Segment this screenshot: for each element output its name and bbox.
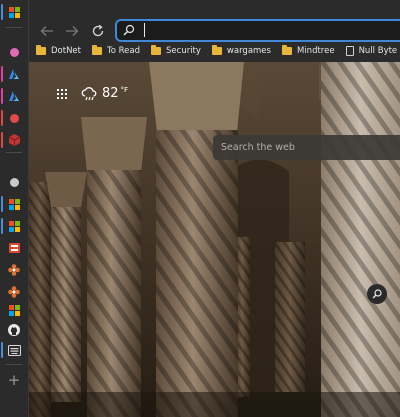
azure-icon (9, 68, 19, 79)
refresh-icon (92, 24, 104, 37)
tab-red-dot[interactable] (1, 110, 23, 126)
cloud-rain-icon (81, 86, 97, 100)
temperature-unit: °F (120, 85, 129, 94)
bookmark-mindtree[interactable]: Mindtree (275, 43, 339, 59)
browser-window: + DotNet To Read Security wargames Mindt… (0, 0, 400, 417)
bookmark-null-byte[interactable]: Null Byte - The aspi... (339, 43, 400, 59)
visual-search-button[interactable] (367, 284, 387, 304)
address-bar[interactable] (115, 19, 400, 42)
apps-launcher-icon[interactable] (57, 88, 67, 99)
plus-icon: + (7, 370, 21, 389)
microsoft-logo-icon (8, 220, 20, 232)
tab-divider (6, 152, 22, 153)
back-arrow-icon (40, 26, 53, 36)
bookmark-wargames[interactable]: wargames (205, 43, 275, 59)
web-search-input[interactable] (221, 140, 400, 155)
gray-dot-icon (9, 177, 19, 187)
toolbar: DotNet To Read Security wargames Mindtre… (29, 0, 400, 62)
bookmark-label: Security (166, 46, 201, 56)
tab-flower-1[interactable] (5, 262, 23, 278)
tab-microsoft[interactable] (1, 4, 23, 20)
text-cursor (144, 23, 145, 37)
bookmark-security[interactable]: Security (144, 43, 205, 59)
tab-red-cube[interactable] (1, 132, 23, 148)
tab-github[interactable] (5, 322, 23, 338)
github-icon (8, 324, 20, 336)
microsoft-logo-icon (8, 6, 20, 18)
keyboard-icon (7, 344, 21, 356)
bookmark-label: To Read (107, 46, 141, 56)
tab-microsoft-4[interactable] (5, 302, 23, 318)
forward-button[interactable] (61, 20, 83, 42)
new-tab-button[interactable]: + (5, 372, 23, 388)
group-indicator (1, 88, 3, 104)
folder-icon (211, 45, 222, 55)
temperature: 82 (102, 86, 119, 101)
folder-icon (92, 45, 102, 55)
tab-divider (6, 364, 22, 365)
folder-icon (151, 45, 162, 55)
folder-icon (281, 45, 292, 55)
vertical-tab-strip: + (0, 0, 29, 417)
tab-microsoft-2[interactable] (1, 196, 23, 212)
folder-icon (36, 45, 46, 55)
gear-flower-icon (8, 286, 20, 298)
red-dot-icon (9, 113, 19, 123)
group-indicator (1, 132, 3, 148)
back-button[interactable] (36, 20, 58, 42)
background-image (29, 62, 400, 417)
forward-arrow-icon (66, 26, 79, 36)
bookmark-dotnet[interactable]: DotNet (29, 43, 85, 59)
microsoft-logo-icon (8, 304, 20, 316)
tab-keyboard[interactable] (1, 342, 23, 358)
address-input[interactable] (141, 23, 391, 38)
tab-microsoft-3[interactable] (1, 218, 23, 234)
refresh-button[interactable] (87, 20, 109, 42)
tab-gray-dot[interactable] (5, 174, 23, 190)
bookmark-label: Null Byte - The aspi... (358, 46, 400, 56)
pink-dot-icon (9, 47, 19, 57)
group-indicator (1, 342, 3, 358)
active-tab-indicator (1, 4, 3, 20)
tab-pink-dot[interactable] (5, 44, 23, 60)
group-indicator (1, 110, 3, 126)
web-search-box[interactable] (213, 135, 400, 160)
azure-icon (9, 90, 19, 101)
tab-divider (6, 27, 22, 28)
search-icon (372, 289, 382, 299)
tab-office[interactable] (5, 240, 23, 256)
tab-azure-2[interactable] (1, 88, 23, 104)
new-tab-page: 82 °F (29, 62, 400, 417)
bookmark-label: Mindtree (296, 46, 335, 56)
tab-azure-1[interactable] (1, 66, 23, 82)
office-icon (8, 243, 20, 253)
tab-flower-2[interactable] (5, 284, 23, 300)
weather-widget[interactable]: 82 °F (57, 86, 128, 101)
bookmarks-bar: DotNet To Read Security wargames Mindtre… (29, 42, 400, 60)
bookmark-label: DotNet (51, 46, 81, 56)
bookmark-to-read[interactable]: To Read (85, 43, 144, 59)
group-indicator (1, 66, 3, 82)
group-indicator (1, 196, 3, 212)
microsoft-logo-icon (8, 198, 20, 210)
red-cube-icon (8, 134, 20, 146)
group-indicator (1, 218, 3, 234)
search-icon (123, 24, 135, 36)
gear-flower-icon (8, 264, 20, 276)
bookmark-label: wargames (226, 46, 271, 56)
page-icon (345, 46, 354, 56)
